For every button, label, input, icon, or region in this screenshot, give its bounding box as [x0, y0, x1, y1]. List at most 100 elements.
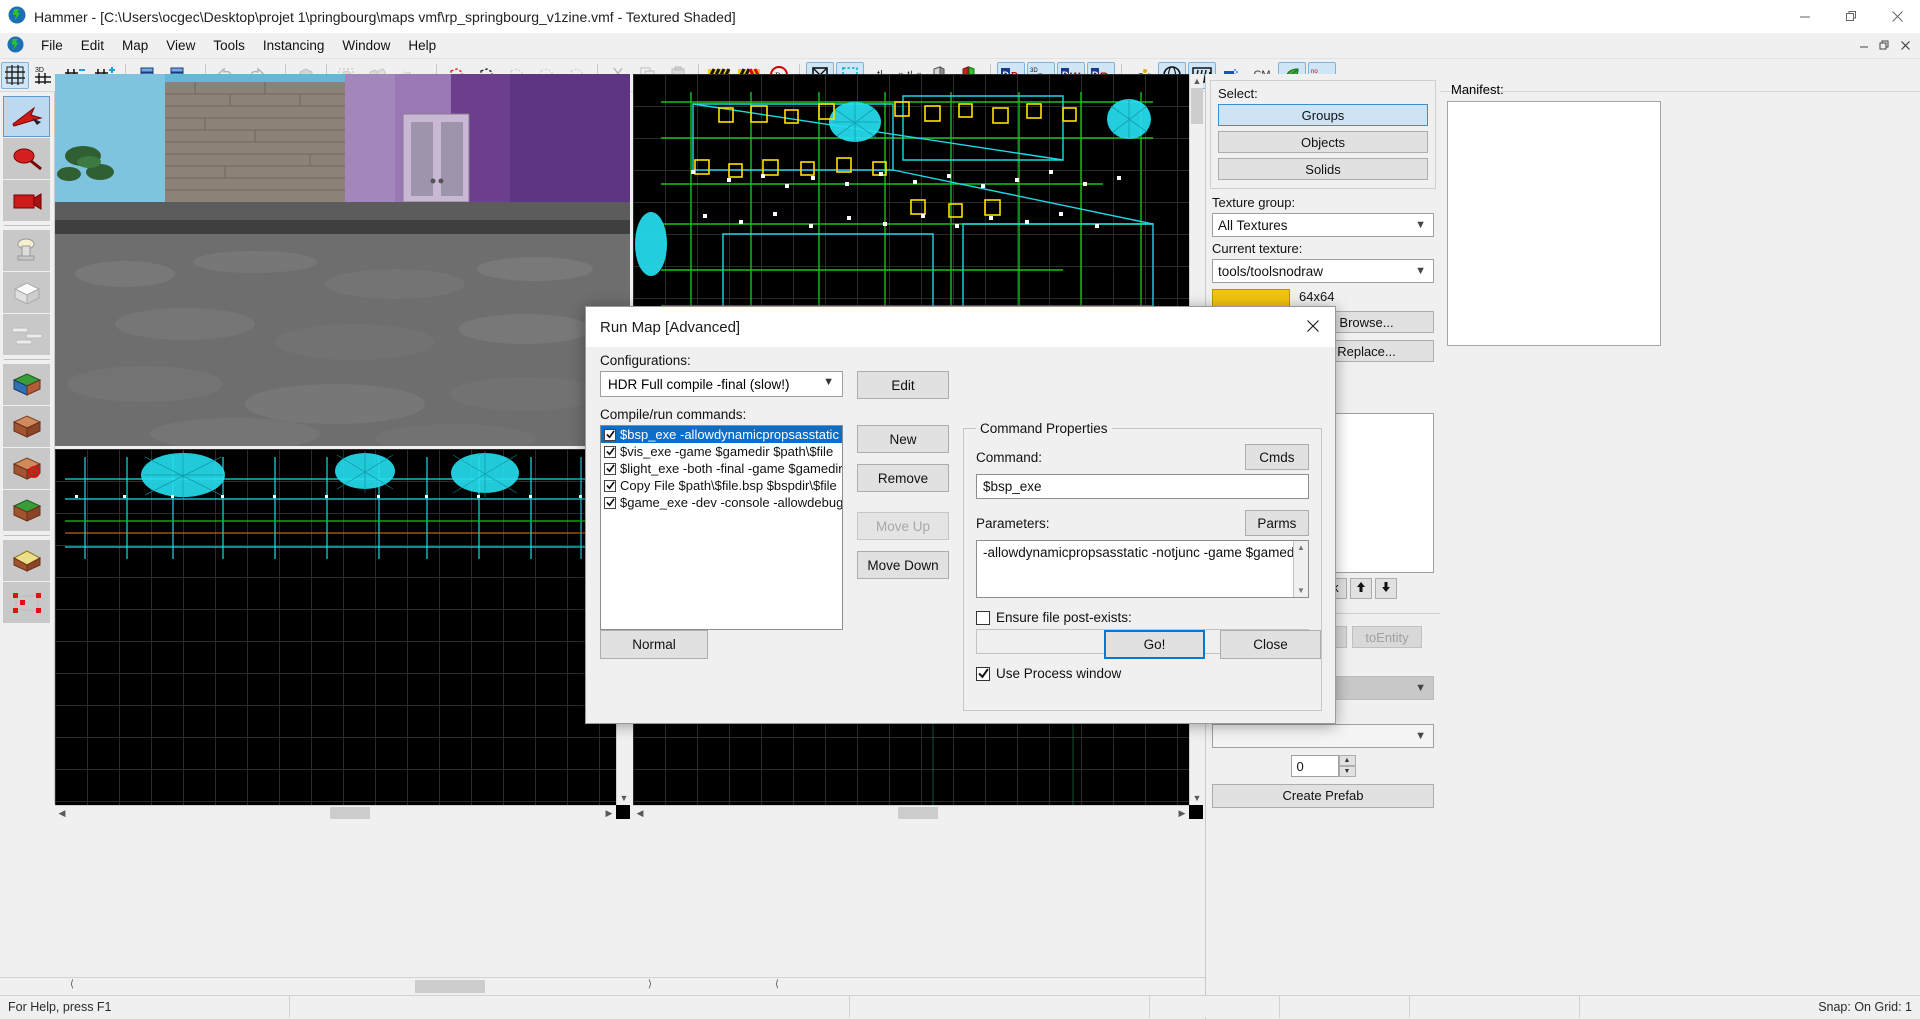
displacement-tool-icon[interactable] [3, 582, 50, 623]
menu-item-map[interactable]: Map [113, 35, 157, 56]
maximize-icon[interactable] [1828, 0, 1874, 33]
minimize-icon[interactable] [1782, 0, 1828, 33]
bottom-hscrollbar-right[interactable]: ⟨ [775, 978, 1195, 995]
commands-label: Compile/run commands: [600, 407, 1321, 422]
commands-list[interactable]: $bsp_exe -allowdynamicpropsasstatic $vis… [600, 425, 843, 630]
manifest-list[interactable] [1447, 101, 1661, 346]
menu-item-window[interactable]: Window [333, 35, 399, 56]
status-cell-2 [290, 996, 850, 1018]
scroll-down-icon[interactable]: ▼ [1294, 586, 1308, 595]
chevron-down-icon: ▼ [1415, 219, 1426, 231]
viewport-2d-front[interactable]: ◀ ▶ ▲ ▼ [55, 449, 630, 819]
select-solids-button[interactable]: Solids [1218, 158, 1428, 180]
move-to-entity-button[interactable]: toEntity [1352, 626, 1422, 648]
visgroup-move-up-button[interactable] [1350, 578, 1372, 599]
toggle-texture-tool-icon[interactable] [3, 314, 50, 355]
parameters-scrollbar[interactable]: ▲ ▼ [1293, 541, 1308, 597]
tool-separator [4, 359, 50, 360]
manifest-panel: Manifest: [1443, 74, 1665, 374]
prefab-count-stepper[interactable]: 0 ▲ ▼ [1291, 755, 1356, 777]
ensure-file-checkbox[interactable] [976, 611, 990, 625]
move-down-button[interactable]: Move Down [857, 551, 949, 579]
command-checkbox[interactable] [604, 480, 616, 492]
command-properties-group: Command Properties Command: Cmds $bsp_ex… [963, 421, 1322, 711]
parms-button[interactable]: Parms [1245, 510, 1309, 536]
dialog-close-button[interactable]: Close [1220, 630, 1321, 659]
texture-group-label: Texture group: [1212, 195, 1434, 210]
new-command-button[interactable]: New [857, 425, 949, 453]
command-checkbox[interactable] [604, 463, 616, 475]
go-button[interactable]: Go! [1104, 630, 1205, 659]
select-groups-button[interactable]: Groups [1218, 104, 1428, 126]
texture-application-tool-icon[interactable] [3, 364, 50, 405]
command-row[interactable]: $game_exe -dev -console -allowdebug [601, 494, 842, 511]
current-texture-label: Current texture: [1212, 241, 1434, 256]
command-text: $vis_exe -game $gamedir $path\$file [620, 444, 833, 459]
select-label: Select: [1218, 86, 1428, 101]
normal-mode-button[interactable]: Normal [600, 630, 708, 659]
select-objects-button[interactable]: Objects [1218, 131, 1428, 153]
selection-tool-icon[interactable] [3, 96, 50, 137]
scroll-right-icon[interactable]: ⟩ [648, 979, 652, 990]
command-row[interactable]: $vis_exe -game $gamedir $path\$file [601, 443, 842, 460]
mdi-close-icon[interactable] [1895, 35, 1916, 55]
ensure-file-label: Ensure file post-exists: [996, 610, 1132, 625]
viewport-2d-front-hscrollbar[interactable]: ◀ ▶ [55, 805, 616, 819]
mdi-restore-icon[interactable] [1874, 35, 1895, 55]
command-input[interactable]: $bsp_exe [976, 474, 1309, 499]
remove-command-button[interactable]: Remove [857, 464, 949, 492]
toggle-2d-grid-icon[interactable] [1, 62, 29, 89]
magnify-tool-icon[interactable] [3, 138, 50, 179]
chevron-down-icon: ▼ [1415, 265, 1426, 277]
camera-tool-icon[interactable] [3, 180, 50, 221]
command-input-value: $bsp_exe [983, 479, 1042, 494]
vertex-tool-icon[interactable] [3, 540, 50, 581]
scroll-left-icon[interactable]: ⟨ [70, 979, 74, 990]
configuration-combo[interactable]: HDR Full compile -final (slow!) ▼ [600, 371, 843, 397]
menu-item-help[interactable]: Help [399, 35, 445, 56]
command-text: $game_exe -dev -console -allowdebug [620, 495, 843, 510]
menu-item-file[interactable]: File [32, 35, 72, 56]
current-texture-combo[interactable]: tools/toolsnodraw ▼ [1212, 259, 1434, 283]
command-checkbox[interactable] [604, 497, 616, 509]
close-icon[interactable] [1874, 0, 1920, 33]
menu-item-view[interactable]: View [157, 35, 204, 56]
status-cell-4 [1150, 996, 1280, 1018]
bottom-hscrollbar-left[interactable]: ⟨ ⟩ [70, 978, 760, 995]
scroll-up-icon[interactable]: ▲ [1294, 543, 1308, 552]
texture-group-combo[interactable]: All Textures ▼ [1212, 213, 1434, 237]
menu-item-edit[interactable]: Edit [72, 35, 113, 56]
block-tool-icon[interactable] [3, 272, 50, 313]
command-row[interactable]: Copy File $path\$file.bsp $bspdir\$file [601, 477, 842, 494]
visgroup-move-down-button[interactable] [1375, 578, 1397, 599]
viewport-2d-side-hscrollbar[interactable]: ◀ ▶ [633, 805, 1189, 819]
command-row[interactable]: $light_exe -both -final -game $gamedir [601, 460, 842, 477]
dialog-close-icon[interactable] [1291, 307, 1335, 345]
stepper-down-icon[interactable]: ▼ [1339, 766, 1356, 777]
viewport-3d-textured[interactable] [55, 74, 630, 446]
move-up-button[interactable]: Move Up [857, 512, 949, 540]
window-title: Hammer - [C:\Users\ocgec\Desktop\projet … [34, 9, 736, 25]
apply-decals-tool-icon[interactable] [3, 406, 50, 447]
scroll-left-icon[interactable]: ⟨ [775, 979, 779, 990]
edit-config-button[interactable]: Edit [857, 371, 949, 399]
objects-combo[interactable]: ▼ [1212, 724, 1434, 748]
cmds-button[interactable]: Cmds [1245, 444, 1309, 470]
command-checkbox[interactable] [604, 446, 616, 458]
stepper-up-icon[interactable]: ▲ [1339, 755, 1356, 766]
entity-tool-icon[interactable] [3, 230, 50, 271]
apply-overlays-tool-icon[interactable] [3, 448, 50, 489]
scroll-thumb[interactable] [415, 980, 485, 993]
mdi-minimize-icon[interactable] [1853, 35, 1874, 55]
command-row[interactable]: $bsp_exe -allowdynamicpropsasstatic [601, 426, 842, 443]
command-checkbox[interactable] [604, 429, 616, 441]
create-prefab-button[interactable]: Create Prefab [1212, 784, 1434, 808]
parameters-input[interactable]: -allowdynamicpropsasstatic -notjunc -gam… [976, 540, 1309, 598]
menu-bar: File Edit Map View Tools Instancing Wind… [0, 33, 1920, 59]
clipping-tool-icon[interactable] [3, 490, 50, 531]
use-process-window-checkbox[interactable] [976, 667, 990, 681]
menu-item-tools[interactable]: Tools [204, 35, 254, 56]
parameters-value: -allowdynamicpropsasstatic -notjunc -gam… [983, 545, 1302, 560]
menu-item-instancing[interactable]: Instancing [254, 35, 334, 56]
prefab-count-value[interactable]: 0 [1291, 755, 1339, 777]
